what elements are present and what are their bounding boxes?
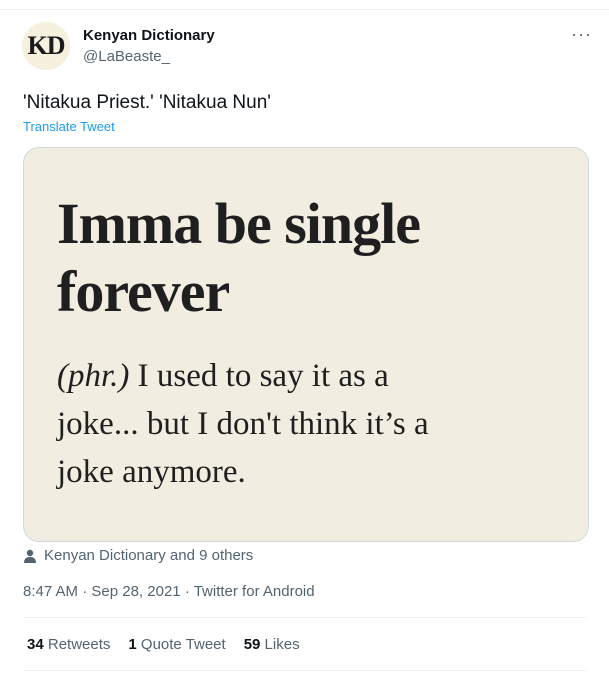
- stats-top-divider: [23, 617, 587, 618]
- retweets-label: Retweets: [47, 636, 111, 653]
- likes-stat[interactable]: 59 Likes: [244, 636, 300, 653]
- tweet-date[interactable]: Sep 28, 2021: [91, 583, 180, 600]
- avatar[interactable]: KD: [22, 22, 70, 70]
- retweets-count: 34: [27, 636, 44, 653]
- liked-by-row[interactable]: Kenyan Dictionary and 9 others: [23, 547, 253, 564]
- top-divider: [0, 0, 609, 10]
- meta-separator: ·: [82, 583, 88, 600]
- quote-tweets-count: 1: [128, 636, 137, 653]
- author-display-name[interactable]: Kenyan Dictionary: [83, 27, 215, 44]
- image-definition-line3: joke anymore.: [57, 454, 246, 490]
- author-handle[interactable]: @LaBeaste_: [83, 48, 170, 65]
- retweets-stat[interactable]: 34 Retweets: [27, 636, 110, 653]
- image-definition-line2: joke... but I don't think it’s a: [57, 406, 429, 442]
- quote-tweets-stat[interactable]: 1 Quote Tweet: [128, 636, 225, 653]
- image-definition-text1: I used to say it as a: [129, 358, 389, 394]
- likes-label: Likes: [264, 636, 300, 653]
- tweet-image[interactable]: Imma be single forever (phr.) I used to …: [23, 147, 589, 542]
- image-headword-line2: forever: [57, 259, 230, 324]
- meta-separator: ·: [184, 583, 190, 600]
- image-part-of-speech: (phr.): [57, 358, 130, 394]
- tweet-metadata: 8:47 AM · Sep 28, 2021 · Twitter for And…: [23, 583, 315, 600]
- more-options-icon[interactable]: ···: [571, 25, 592, 43]
- tweet-time[interactable]: 8:47 AM: [23, 583, 78, 600]
- tweet-text: 'Nitakua Priest.' 'Nitakua Nun': [23, 92, 271, 113]
- likes-count: 59: [243, 636, 261, 653]
- quote-tweets-label: Quote Tweet: [140, 636, 226, 653]
- image-headword-line1: Imma be single: [57, 191, 421, 256]
- person-icon: [24, 549, 36, 563]
- stats-bottom-divider: [23, 670, 587, 671]
- liked-by-text: Kenyan Dictionary and 9 others: [44, 547, 254, 564]
- translate-tweet-link[interactable]: Translate Tweet: [23, 119, 115, 134]
- tweet-source[interactable]: Twitter for Android: [194, 583, 315, 600]
- engagement-stats: 34 Retweets 1 Quote Tweet 59 Likes: [27, 636, 300, 653]
- image-definition-line1: (phr.) I used to say it as a: [57, 358, 389, 395]
